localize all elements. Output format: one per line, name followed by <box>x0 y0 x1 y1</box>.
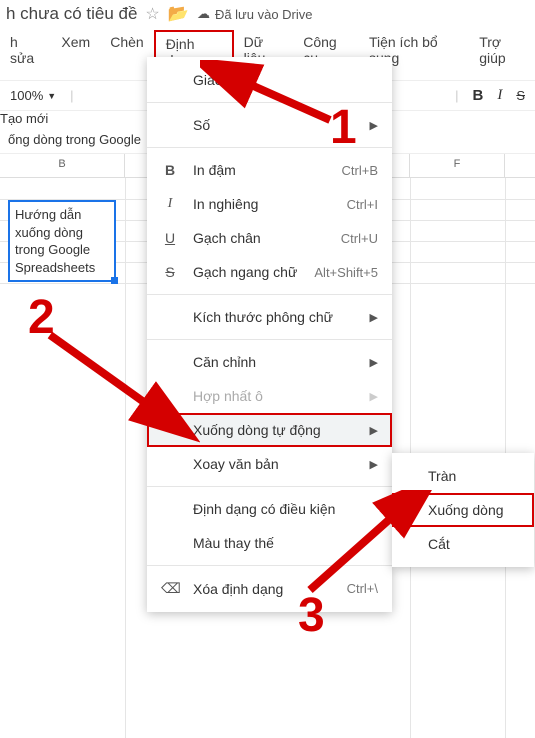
shortcut: Ctrl+U <box>341 231 378 246</box>
cell-content: Hướng dẫn xuống dòng trong Google Spread… <box>15 207 95 275</box>
menu-view[interactable]: Xem <box>51 30 100 74</box>
menu-insert[interactable]: Chèn <box>100 30 153 74</box>
dd-label: Xuống dòng tự động <box>193 422 356 438</box>
dd-label: Căn chỉnh <box>193 354 356 370</box>
dd-strike[interactable]: S Gạch ngang chữ Alt+Shift+5 <box>147 255 392 289</box>
chevron-right-icon: ▶ <box>370 119 378 132</box>
fill-handle[interactable] <box>111 277 118 284</box>
annotation-3: 3 <box>298 588 325 643</box>
dd-label: Gạch chân <box>193 230 327 246</box>
dd-underline[interactable]: U Gạch chân Ctrl+U <box>147 221 392 255</box>
doc-title[interactable]: h chưa có tiêu đề <box>6 4 137 24</box>
underline-icon: U <box>161 230 179 246</box>
col-header-b[interactable]: B <box>0 154 125 177</box>
move-icon[interactable]: 📂 <box>168 4 189 24</box>
chevron-right-icon: ▶ <box>370 356 378 369</box>
annotation-2: 2 <box>28 290 55 345</box>
shortcut: Ctrl+B <box>342 163 378 178</box>
star-icon[interactable]: ☆ <box>145 4 159 24</box>
shortcut: Ctrl+I <box>347 197 378 212</box>
sm-label: Tràn <box>428 468 456 484</box>
zoom-value: 100% <box>10 88 43 103</box>
drive-status-text: Đã lưu vào Drive <box>215 7 313 22</box>
chevron-right-icon: ▶ <box>370 390 378 403</box>
arrow-1 <box>200 60 350 160</box>
chevron-right-icon: ▶ <box>370 458 378 471</box>
clear-icon: ⌫ <box>161 580 179 597</box>
shortcut: Alt+Shift+5 <box>314 265 378 280</box>
annotation-1: 1 <box>330 100 357 155</box>
dd-italic[interactable]: I In nghiêng Ctrl+I <box>147 187 392 221</box>
sm-overflow[interactable]: Tràn <box>392 459 534 493</box>
dd-label: Hợp nhất ô <box>193 388 356 404</box>
italic-button[interactable]: I <box>497 87 502 104</box>
selected-cell[interactable]: Hướng dẫn xuống dòng trong Google Spread… <box>8 200 116 282</box>
cloud-icon: ☁ <box>197 6 210 22</box>
dd-rotation[interactable]: Xoay văn bản ▶ <box>147 447 392 481</box>
title-bar: h chưa có tiêu đề ☆ 📂 ☁ Đã lưu vào Drive <box>0 0 535 28</box>
drive-status: ☁ Đã lưu vào Drive <box>197 6 313 22</box>
separator: | <box>455 88 458 103</box>
chevron-right-icon: ▶ <box>370 311 378 324</box>
arrow-2 <box>40 325 200 445</box>
col-header-f[interactable]: F <box>410 154 505 177</box>
menu-help[interactable]: Trợ giúp <box>469 30 535 74</box>
separator <box>147 486 392 487</box>
dd-label: Kích thước phông chữ <box>193 309 356 325</box>
separator: | <box>70 88 73 103</box>
separator <box>147 294 392 295</box>
dd-label: Xoay văn bản <box>193 456 356 472</box>
italic-icon: I <box>161 196 179 212</box>
bold-icon: B <box>161 162 179 178</box>
zoom-selector[interactable]: 100% ▼ <box>10 88 56 103</box>
dd-label: Gạch ngang chữ <box>193 264 300 280</box>
menu-edit[interactable]: h sửa <box>0 30 51 74</box>
formula-text: ống dòng trong Google <box>8 132 141 147</box>
chevron-down-icon: ▼ <box>47 91 56 101</box>
strike-icon: S <box>161 264 179 280</box>
dd-label: In nghiêng <box>193 196 333 212</box>
dd-label: In đậm <box>193 162 328 178</box>
chevron-right-icon: ▶ <box>370 424 378 437</box>
strikethrough-button[interactable]: S <box>516 88 525 103</box>
bold-button[interactable]: B <box>472 87 483 104</box>
